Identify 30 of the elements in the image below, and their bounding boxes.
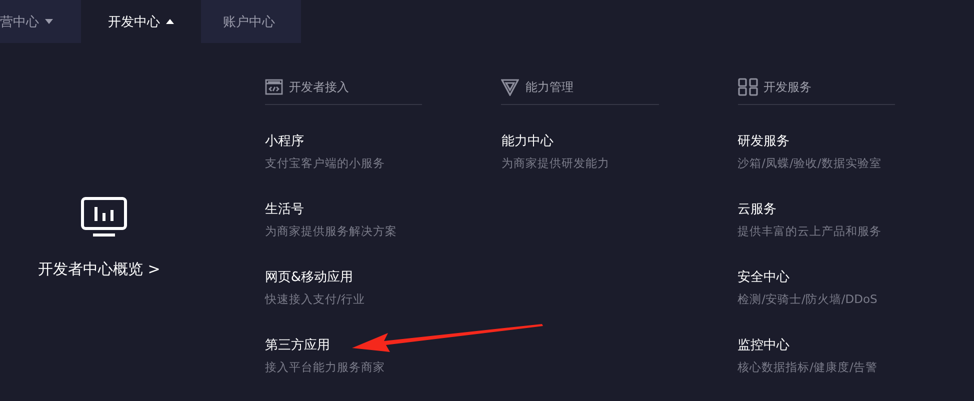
menu-item-title[interactable]: 能力中心	[501, 132, 659, 150]
menu-item-title[interactable]: 研发服务	[738, 132, 896, 150]
menu-item-description: 快速接入支付/行业	[264, 292, 366, 307]
section-heading: 能力管理	[525, 78, 574, 96]
monitor-chart-icon	[81, 197, 127, 238]
menu-item-description: 沙箱/凤蝶/验收/数据实验室	[738, 156, 882, 171]
code-window-icon	[264, 79, 283, 95]
triangle-icon	[501, 78, 520, 96]
menu-item-title[interactable]: 安全中心	[738, 268, 896, 286]
menu-item-title[interactable]: 小程序	[264, 132, 422, 150]
section-heading: 开发服务	[764, 78, 812, 96]
overview-link[interactable]: 开发者中心概览 >	[38, 260, 160, 279]
menu-item-title[interactable]: 云服务	[738, 200, 896, 218]
menu-item-title[interactable]: 生活号	[264, 200, 422, 218]
menu-item-description: 核心数据指标/健康度/告警	[738, 360, 878, 375]
menu-item-description: 检测/安骑士/防火墙/DDoS	[738, 292, 878, 307]
caret-down-icon	[45, 19, 53, 24]
menu-item-description: 接入平台能力服务商家	[264, 360, 386, 375]
menu-item-description: 为商家提供研发能力	[501, 156, 610, 171]
grid-icon	[738, 78, 758, 96]
menu-item-title[interactable]: 第三方应用	[264, 336, 422, 354]
menu-item-description: 支付宝客户端的小服务	[264, 156, 386, 171]
menu-item-description: 提供丰富的云上产品和服务	[738, 224, 883, 239]
menu-item-title[interactable]: 网页&移动应用	[264, 268, 422, 286]
nav-tab[interactable]: 账户中心	[201, 0, 301, 43]
section-heading: 开发者接入	[288, 78, 349, 96]
nav-tab[interactable]: 营中心	[0, 0, 81, 43]
caret-up-icon	[166, 19, 174, 24]
menu-item-title[interactable]: 监控中心	[738, 336, 896, 354]
menu-item-description: 为商家提供服务解决方案	[264, 224, 398, 239]
